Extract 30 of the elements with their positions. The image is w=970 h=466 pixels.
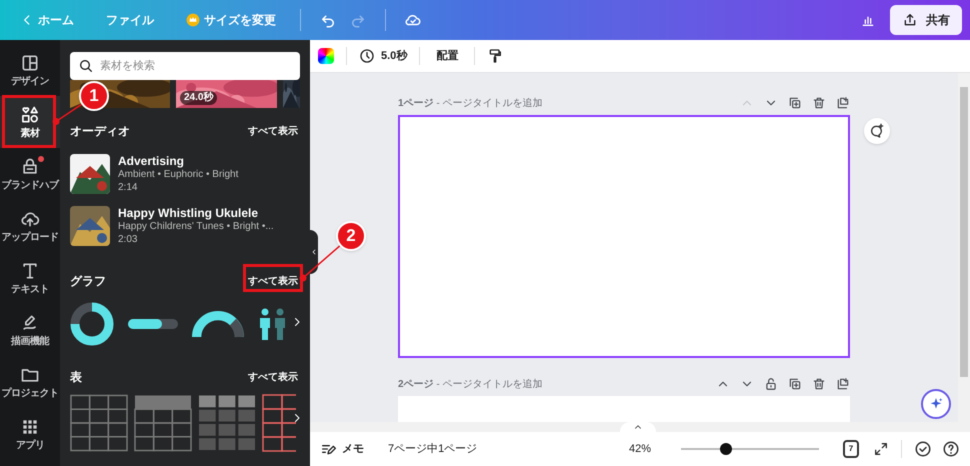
rail-tab[interactable]: ブランドハブ (0, 148, 60, 200)
zoom-level: 42% (628, 442, 651, 457)
rail-tab[interactable]: アップロード (0, 200, 60, 252)
notes-button[interactable]: メモ (320, 440, 364, 458)
see-all-link[interactable]: すべて表示 (246, 274, 300, 288)
section-title: オーディオ (70, 123, 130, 140)
see-all-link[interactable]: すべて表示 (246, 370, 300, 384)
share-button[interactable]: 共有 (890, 5, 962, 35)
see-all-link[interactable]: すべて表示 (246, 124, 300, 138)
rail-tab[interactable]: 描画機能 (0, 304, 60, 356)
section-title: 表 (70, 369, 82, 386)
rail-tab[interactable]: テキスト (0, 252, 60, 304)
page-grid-button[interactable]: 7 (843, 440, 859, 458)
page-title[interactable]: 1ページ - ページタイトルを追加 (398, 96, 740, 110)
search-field[interactable]: 素材を検索 (70, 52, 300, 80)
page-title[interactable]: 2ページ - ページタイトルを追加 (398, 376, 716, 392)
track-title: Happy Whistling Ukulele (118, 206, 260, 220)
rail-tab[interactable]: プロジェクト (0, 356, 60, 408)
duration-button[interactable]: 5.0秒 (359, 48, 408, 64)
arrange-button[interactable]: 配置 (432, 48, 462, 64)
track-duration: 2:03 (118, 232, 138, 246)
section-title: グラフ (70, 273, 106, 290)
track-tags: Ambient • Euphoric • Bright (118, 168, 238, 180)
rail-tab[interactable]: デザイン (0, 44, 60, 96)
rail-tab[interactable]: アプリ (0, 408, 60, 460)
duration-badge: 24.0秒 (180, 91, 218, 105)
track-duration: 2:14 (118, 180, 138, 194)
page-counter: 7ページ中1ページ (388, 442, 478, 457)
track-title: Advertising (118, 154, 186, 168)
track-tags: Happy Childrens' Tunes • Bright •... (118, 220, 274, 232)
